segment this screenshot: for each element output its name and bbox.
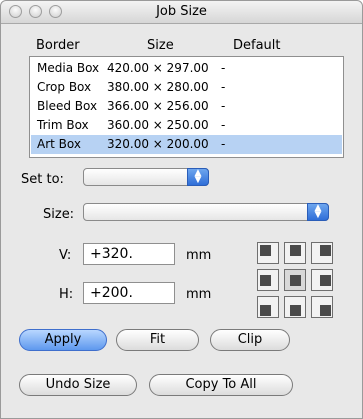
- size-label: Size:: [43, 207, 75, 222]
- window-title: Job Size: [156, 4, 207, 19]
- h-field[interactable]: +200.: [83, 282, 175, 304]
- v-unit-label: mm: [186, 248, 212, 263]
- apply-button[interactable]: Apply: [19, 329, 107, 351]
- h-unit-label: mm: [186, 287, 212, 302]
- table-row[interactable]: Crop Box 380.00 × 280.00 -: [31, 78, 342, 97]
- anchor-bottom-left-icon[interactable]: [257, 296, 279, 318]
- size-popup[interactable]: ▲ ▼: [83, 203, 329, 221]
- table-row-selected[interactable]: Art Box 320.00 × 200.00 -: [31, 135, 342, 154]
- fit-button[interactable]: Fit: [116, 329, 199, 351]
- anchor-middle-right-icon[interactable]: [311, 269, 333, 291]
- h-label: H:: [59, 287, 74, 302]
- header-size: Size: [147, 38, 174, 53]
- header-default: Default: [233, 38, 281, 53]
- v-label: V:: [59, 248, 72, 263]
- undo-size-button[interactable]: Undo Size: [19, 374, 137, 396]
- set-to-popup[interactable]: ▲ ▼: [83, 168, 209, 186]
- anchor-top-right-icon[interactable]: [311, 242, 333, 264]
- set-to-label: Set to:: [21, 172, 64, 187]
- table-row[interactable]: Trim Box 360.00 × 250.00 -: [31, 116, 342, 135]
- anchor-top-center-icon[interactable]: [284, 242, 306, 264]
- anchor-middle-left-icon[interactable]: [257, 269, 279, 291]
- anchor-top-left-icon[interactable]: [257, 242, 279, 264]
- table-row[interactable]: Media Box 420.00 × 297.00 -: [31, 59, 342, 78]
- popup-arrows-icon: ▲ ▼: [187, 168, 209, 186]
- anchor-bottom-center-icon[interactable]: [284, 296, 306, 318]
- box-list[interactable]: Media Box 420.00 × 297.00 - Crop Box 380…: [29, 56, 344, 158]
- table-row[interactable]: Bleed Box 366.00 × 256.00 -: [31, 97, 342, 116]
- anchor-center-icon[interactable]: [284, 269, 306, 291]
- title-bar[interactable]: Job Size: [1, 1, 362, 24]
- anchor-bottom-right-icon[interactable]: [311, 296, 333, 318]
- popup-arrows-icon: ▲ ▼: [307, 203, 329, 221]
- anchor-grid: [257, 242, 335, 322]
- job-size-window: Job Size Border Size Default Media Box 4…: [0, 0, 363, 419]
- clip-button[interactable]: Clip: [210, 329, 290, 351]
- header-border: Border: [36, 38, 80, 53]
- v-field[interactable]: +320.: [83, 243, 175, 265]
- copy-to-all-button[interactable]: Copy To All: [149, 374, 293, 396]
